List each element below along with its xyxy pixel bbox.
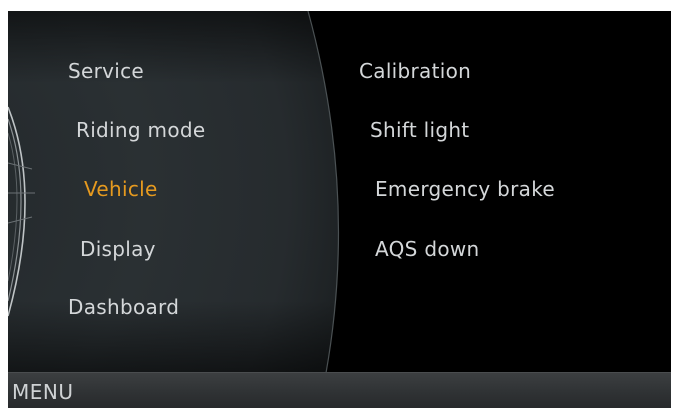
submenu-item-aqs-down[interactable]: AQS down [375, 237, 480, 261]
menu-item-service[interactable]: Service [68, 59, 144, 83]
submenu-item-calibration[interactable]: Calibration [359, 59, 471, 83]
display-screen: Service Riding mode Vehicle Display Dash… [8, 11, 671, 408]
submenu-item-shift-light[interactable]: Shift light [370, 118, 469, 142]
footer-title: MENU [12, 380, 74, 404]
submenu-item-emergency-brake[interactable]: Emergency brake [375, 177, 555, 201]
menu-item-vehicle[interactable]: Vehicle [84, 177, 158, 201]
menu-item-dashboard[interactable]: Dashboard [68, 295, 179, 319]
footer-bar: MENU [8, 372, 671, 408]
menu-item-riding-mode[interactable]: Riding mode [76, 118, 205, 142]
menu-item-display[interactable]: Display [80, 237, 156, 261]
